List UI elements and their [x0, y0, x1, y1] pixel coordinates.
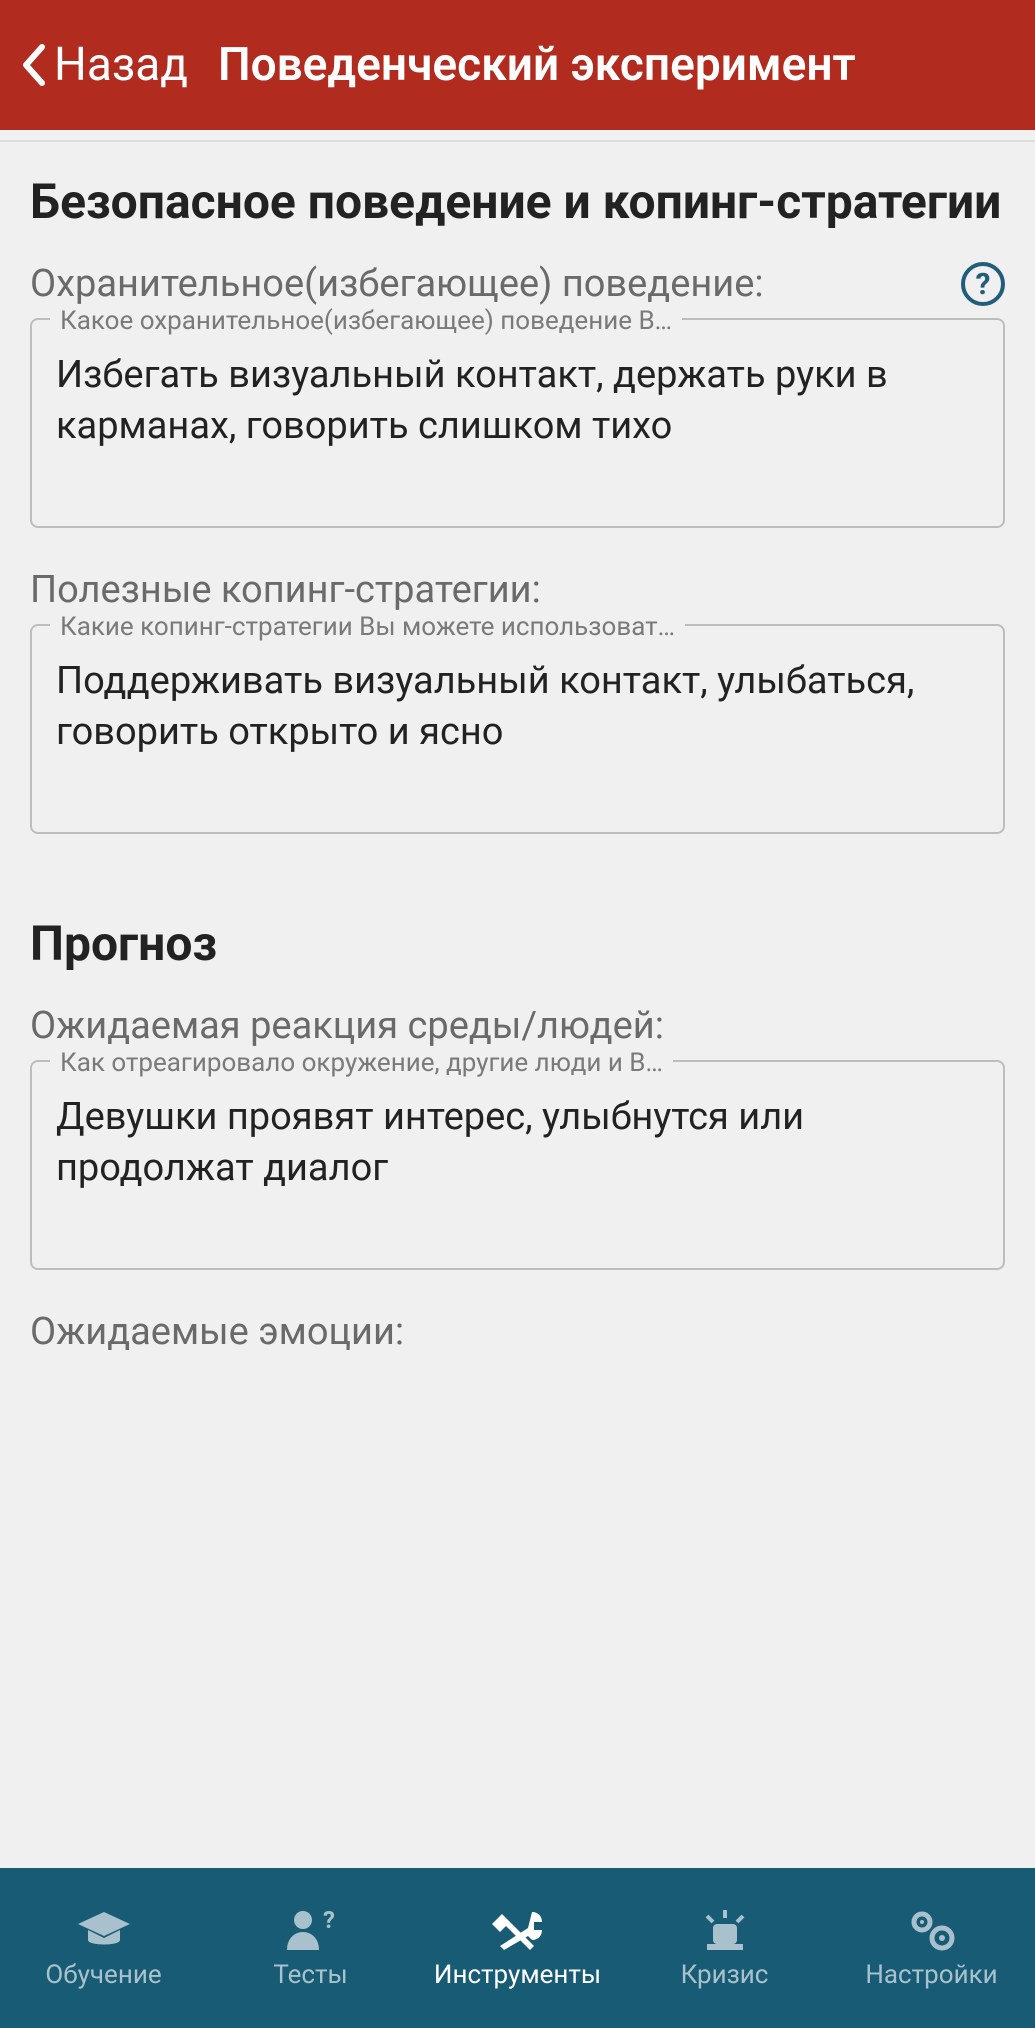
field-expected-emotions: Ожидаемые эмоции: — [30, 1310, 1005, 1354]
nav-tools[interactable]: Инструменты — [414, 1906, 621, 1990]
field-protective-behavior: Охранительное(избегающее) поведение: ? К… — [30, 262, 1005, 528]
graduation-cap-icon — [74, 1906, 134, 1954]
coping-label: Полезные копинг-стратегии: — [30, 568, 541, 612]
bottom-nav: Обучение ? Тесты Инструменты Кризис — [0, 1868, 1035, 2028]
reaction-label: Ожидаемая реакция среды/людей: — [30, 1004, 664, 1048]
person-question-icon: ? — [281, 1906, 341, 1954]
protective-value: Избегать визуальный контакт, держать рук… — [56, 350, 979, 453]
nav-settings[interactable]: Настройки — [828, 1906, 1035, 1990]
section-title-prognosis: Прогноз — [30, 914, 1005, 974]
chevron-left-icon — [20, 43, 48, 87]
page-title: Поведенческий эксперимент — [218, 38, 856, 92]
main-content[interactable]: Безопасное поведение и копинг-стратегии … — [0, 130, 1035, 1868]
section-safety: Безопасное поведение и копинг-стратегии … — [0, 142, 1035, 884]
coping-textbox[interactable]: Какие копинг-стратегии Вы можете использ… — [30, 624, 1005, 834]
emotions-label: Ожидаемые эмоции: — [30, 1310, 404, 1354]
nav-label: Настройки — [865, 1960, 997, 1990]
nav-label: Тесты — [273, 1960, 347, 1990]
protective-legend: Какое охранительное(избегающее) поведени… — [50, 306, 682, 336]
app-header: Назад Поведенческий эксперимент — [0, 0, 1035, 130]
reaction-textbox[interactable]: Как отреагировало окружение, другие люди… — [30, 1060, 1005, 1270]
coping-value: Поддерживать визуальный контакт, улыбать… — [56, 656, 979, 759]
section-title-safety: Безопасное поведение и копинг-стратегии — [30, 172, 1005, 232]
nav-label: Инструменты — [434, 1960, 601, 1990]
reaction-value: Девушки проявят интерес, улыбнутся или п… — [56, 1092, 979, 1195]
nav-crisis[interactable]: Кризис — [621, 1906, 828, 1990]
nav-learning[interactable]: Обучение — [0, 1906, 207, 1990]
nav-label: Кризис — [681, 1960, 769, 1990]
back-label: Назад — [54, 38, 188, 92]
gears-icon — [902, 1906, 962, 1954]
back-button[interactable]: Назад — [20, 38, 188, 92]
siren-icon — [695, 1906, 755, 1954]
field-label-row: Полезные копинг-стратегии: — [30, 568, 1005, 612]
reaction-legend: Как отреагировало окружение, другие люди… — [50, 1048, 673, 1078]
field-coping-strategies: Полезные копинг-стратегии: Какие копинг-… — [30, 568, 1005, 834]
field-label-row: Ожидаемая реакция среды/людей: — [30, 1004, 1005, 1048]
field-label-row: Ожидаемые эмоции: — [30, 1310, 1005, 1354]
tools-icon — [488, 1906, 548, 1954]
field-expected-reaction: Ожидаемая реакция среды/людей: Как отреа… — [30, 1004, 1005, 1270]
protective-textbox[interactable]: Какое охранительное(избегающее) поведени… — [30, 318, 1005, 528]
nav-tests[interactable]: ? Тесты — [207, 1906, 414, 1990]
help-icon[interactable]: ? — [961, 262, 1005, 306]
svg-text:?: ? — [323, 1906, 335, 1934]
question-mark-icon: ? — [976, 267, 991, 302]
section-prognosis: Прогноз Ожидаемая реакция среды/людей: К… — [0, 884, 1035, 1404]
nav-label: Обучение — [45, 1960, 161, 1990]
field-label-row: Охранительное(избегающее) поведение: ? — [30, 262, 1005, 306]
coping-legend: Какие копинг-стратегии Вы можете использ… — [50, 612, 685, 642]
protective-label: Охранительное(избегающее) поведение: — [30, 262, 764, 306]
